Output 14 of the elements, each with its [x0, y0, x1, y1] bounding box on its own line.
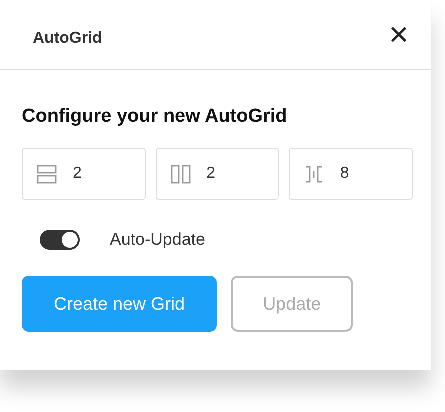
dialog-title: AutoGrid	[33, 30, 102, 48]
field-value: 8	[340, 165, 350, 183]
rows-icon	[37, 164, 57, 184]
toggle-switch[interactable]	[40, 230, 80, 250]
number-field[interactable]: 8	[289, 148, 414, 200]
close-button[interactable]: ×	[389, 18, 409, 52]
columns-icon	[170, 164, 191, 184]
toggle-label: Auto-Update	[110, 230, 206, 250]
number-field[interactable]: 2	[156, 148, 280, 200]
gutter-icon	[304, 164, 324, 184]
section-heading: Configure your new AutoGrid	[22, 106, 288, 128]
field-value: 2	[206, 165, 216, 183]
number-field[interactable]: 2	[22, 148, 146, 200]
field-value: 2	[73, 165, 82, 183]
